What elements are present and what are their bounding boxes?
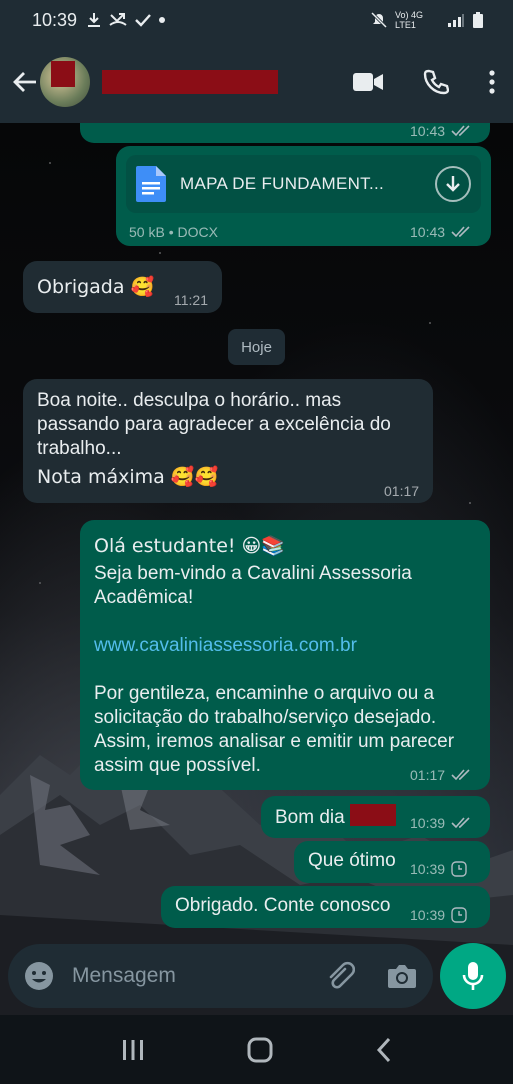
double-check-icon <box>451 817 470 829</box>
message-meta: 10:39 <box>410 815 471 831</box>
system-navigation-bar <box>0 1015 513 1084</box>
avatar[interactable] <box>40 56 90 107</box>
video-call-icon[interactable] <box>353 72 383 92</box>
date-chip: Hoje <box>228 329 285 365</box>
double-check-icon <box>451 125 470 137</box>
home-icon[interactable] <box>247 1037 273 1063</box>
message-incoming[interactable]: Boa noite.. desculpa o horário.. mas pas… <box>23 379 433 503</box>
document-icon <box>136 166 166 202</box>
microphone-icon <box>462 962 484 990</box>
message-meta: 11:21 <box>174 292 208 308</box>
message-line: Olá estudante! 😀📚 <box>94 535 286 557</box>
message-time: 10:43 <box>410 123 446 139</box>
document-size-type: 50 kB • DOCX <box>129 224 218 240</box>
back-arrow-icon[interactable] <box>10 67 40 97</box>
status-bar: 10:39 Vo) 4G LTE1 <box>0 0 513 40</box>
message-time: 11:21 <box>174 292 208 308</box>
message-link[interactable]: www.cavaliniassessoria.com.br <box>94 634 476 658</box>
message-line: Assim, iremos analisar e emitir um parec… <box>94 731 455 752</box>
chat-header <box>0 40 513 123</box>
message-text: Obrigado. Conte conosco <box>175 895 391 916</box>
battery-icon <box>473 12 483 28</box>
message-text: Bom dia <box>275 807 345 828</box>
message-meta: 10:39 <box>410 861 467 877</box>
document-info: 50 kB • DOCX <box>129 224 218 240</box>
attach-icon[interactable] <box>325 961 355 991</box>
microphone-button[interactable] <box>440 943 506 1009</box>
camera-icon[interactable] <box>387 963 417 989</box>
clock-pending-icon <box>451 861 467 877</box>
download-arrow-icon <box>446 176 460 192</box>
message-line: Por gentileza, encaminhe o arquivo ou a <box>94 683 435 704</box>
back-nav-icon[interactable] <box>376 1037 392 1063</box>
message-meta: 01:17 <box>384 483 419 499</box>
message-line: Boa noite.. desculpa o horário.. mas <box>37 390 342 411</box>
message-time: 10:43 <box>410 224 446 240</box>
more-vert-icon[interactable] <box>489 69 495 94</box>
message-time: 10:39 <box>410 815 446 831</box>
check-icon <box>135 14 151 27</box>
download-icon <box>88 13 101 27</box>
message-meta: 10:43 <box>410 123 471 139</box>
dot-icon <box>159 17 166 23</box>
message-line: passando para agradecer a excelência do <box>37 414 391 435</box>
message-outgoing[interactable]: Olá estudante! 😀📚 Seja bem-vindo a Caval… <box>80 520 490 790</box>
avatar-redaction <box>51 60 75 87</box>
message-time: 01:17 <box>410 767 446 783</box>
system-icons: Vo) 4G LTE1 <box>371 10 483 30</box>
message-line: Seja bem-vindo a Cavalini Assessoria <box>94 563 412 584</box>
missed-call-icon <box>109 13 127 26</box>
download-button[interactable] <box>435 166 471 202</box>
message-input-bar[interactable]: Mensagem <box>8 944 433 1008</box>
chat-area[interactable]: 10:43 MAPA DE FUNDAMENT... 50 kB • DOCX … <box>0 123 513 1015</box>
double-check-icon <box>451 226 470 238</box>
message-line: Acadêmica! <box>94 587 194 608</box>
document-card[interactable]: MAPA DE FUNDAMENT... <box>126 155 481 213</box>
name-redaction <box>349 804 396 826</box>
recent-apps-icon[interactable] <box>121 1039 145 1061</box>
message-meta: 10:39 <box>410 907 467 923</box>
signal-icon <box>448 14 464 27</box>
message-time: 10:39 <box>410 907 446 923</box>
message-text: Que ótimo <box>308 850 396 871</box>
message-meta: 01:17 <box>410 767 471 783</box>
message-time: 01:17 <box>384 483 420 499</box>
emoji-icon[interactable] <box>24 961 54 991</box>
message-line: solicitação do trabalho/serviço desejado… <box>94 707 437 728</box>
mute-icon <box>371 12 387 28</box>
message-text: Obrigada 🥰 <box>37 276 155 298</box>
phone-icon[interactable] <box>423 69 449 95</box>
message-line: Nota máxima 🥰🥰 <box>37 466 219 488</box>
message-time: 10:39 <box>410 861 446 877</box>
message-meta: 10:43 <box>410 224 471 240</box>
message-line: trabalho... <box>37 438 122 459</box>
notification-icons <box>87 12 166 28</box>
contact-name[interactable] <box>102 69 278 94</box>
network-label: Vo) 4G LTE1 <box>395 10 424 30</box>
document-name: MAPA DE FUNDAMENT... <box>180 174 385 193</box>
message-input[interactable]: Mensagem <box>72 964 325 988</box>
double-check-icon <box>451 769 470 781</box>
clock-pending-icon <box>451 907 467 923</box>
status-time: 10:39 <box>32 9 78 30</box>
